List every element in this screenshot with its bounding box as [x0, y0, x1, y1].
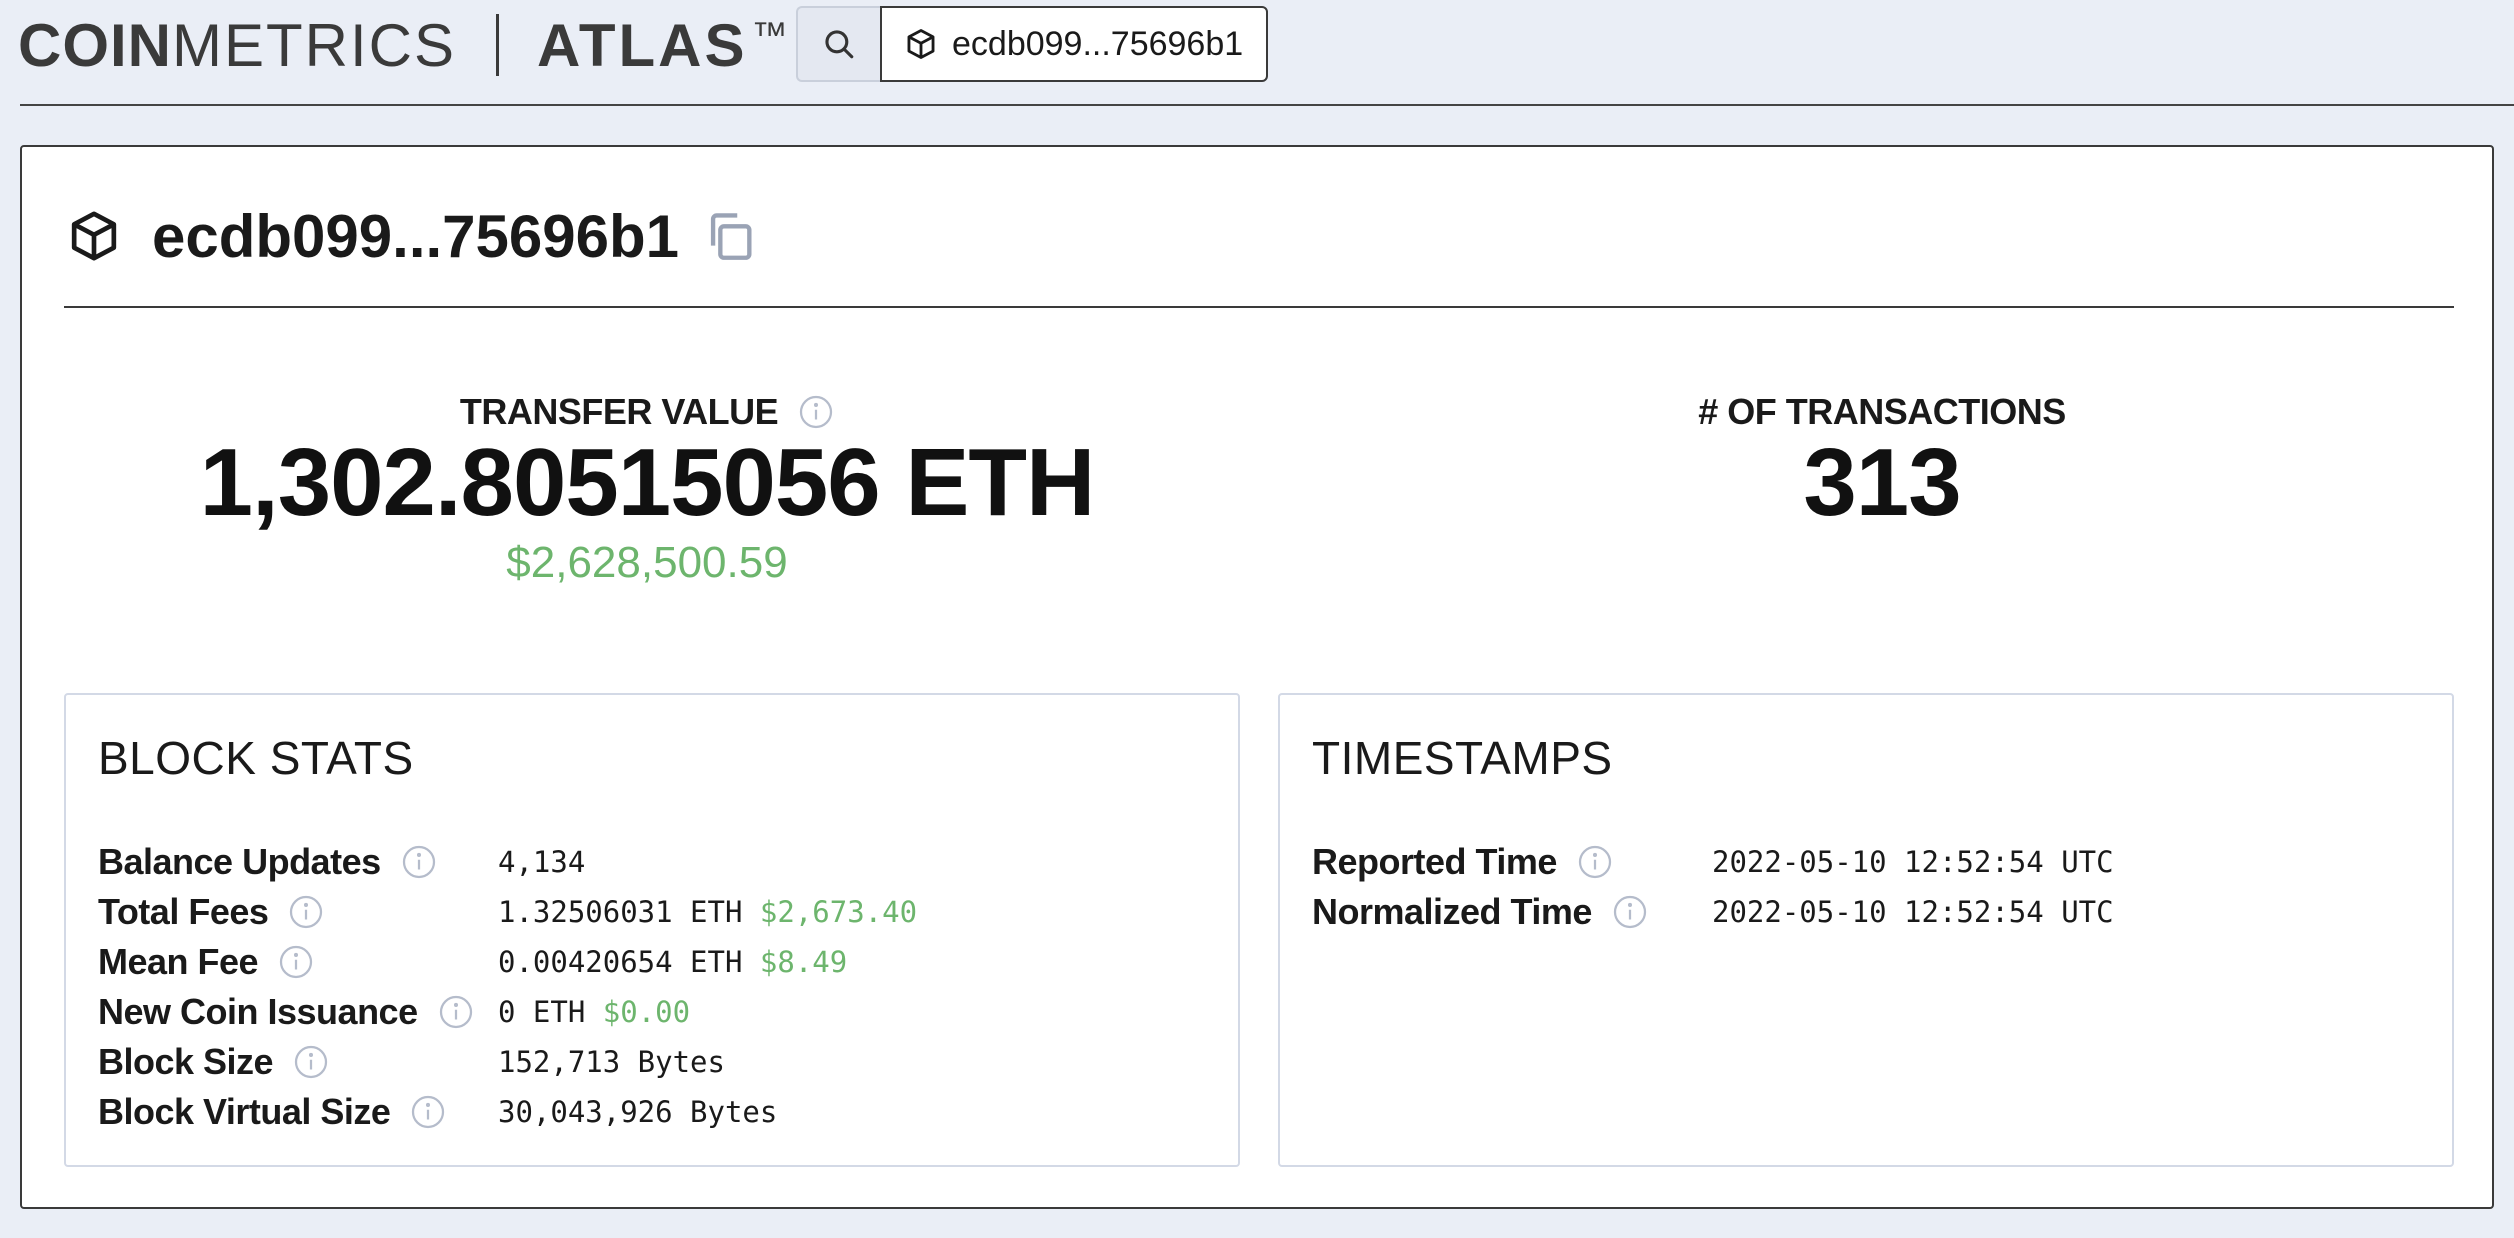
transfer-value-label: TRANSFER VALUE [459, 391, 779, 432]
stat-usd: $8.49 [759, 945, 848, 979]
cube-icon [66, 208, 122, 264]
block-detail-card: ecdb099...75696b1 TRANSFER VALUE 1,302.8… [20, 145, 2494, 1209]
stat-label: Block Virtual Size [98, 1091, 391, 1132]
stat-amount: 4,134 [498, 845, 586, 879]
info-icon[interactable] [1577, 844, 1613, 880]
timestamp-value: 2022-05-10 12:52:54 UTC [1712, 895, 2114, 929]
stat-usd: $2,673.40 [759, 895, 918, 929]
stat-value: 0 ETH $0.00 [498, 995, 690, 1029]
logo-trademark: ™ [751, 14, 789, 55]
stat-row-total-fees: Total Fees 1.32506031 ETH $2,673.40 [98, 887, 1198, 937]
search-input[interactable]: ecdb099...75696b1 [880, 6, 1268, 82]
timestamp-label: Reported Time [1312, 841, 1557, 882]
block-stats-panel: BLOCK STATS Balance Updates 4,134 Total … [64, 693, 1240, 1167]
logo-metrics-text: METRICS [172, 11, 456, 79]
timestamps-title: TIMESTAMPS [1312, 732, 1613, 784]
stat-amount: 0.00420654 ETH [498, 945, 743, 979]
logo-atlas-text: ATLAS [537, 11, 748, 79]
search-group: ecdb099...75696b1 [796, 6, 1268, 82]
transfer-value-amount: 1,302.80515056 ETH [199, 429, 1096, 536]
stat-label: Total Fees [98, 891, 269, 932]
stat-row-block-virtual-size: Block Virtual Size 30,043,926 Bytes [98, 1087, 1198, 1137]
timestamp-row-reported: Reported Time 2022-05-10 12:52:54 UTC [1312, 837, 2412, 887]
search-button[interactable] [796, 6, 880, 82]
coinmetrics-atlas-logo[interactable]: COIN METRICS ATLAS ™ [18, 8, 789, 82]
info-icon[interactable] [288, 894, 324, 930]
info-icon[interactable] [401, 844, 437, 880]
stat-row-balance-updates: Balance Updates 4,134 [98, 837, 1198, 887]
block-hash-title: ecdb099...75696b1 [152, 202, 680, 270]
info-icon[interactable] [1612, 894, 1648, 930]
stat-label-wrap: New Coin Issuance [98, 991, 474, 1033]
stat-row-mean-fee: Mean Fee 0.00420654 ETH $8.49 [98, 937, 1198, 987]
timestamp-row-normalized: Normalized Time 2022-05-10 12:52:54 UTC [1312, 887, 2412, 937]
stat-label: Mean Fee [98, 941, 259, 982]
title-divider [64, 306, 2454, 308]
logo-divider [496, 14, 499, 76]
timestamps-panel: TIMESTAMPS Reported Time 2022-05-10 12:5… [1278, 693, 2454, 1167]
logo-coin-text: COIN [18, 11, 172, 79]
info-icon[interactable] [438, 994, 474, 1030]
stat-label: Block Size [98, 1041, 274, 1082]
transaction-count-metric: # OF TRANSACTIONS 313 [1382, 391, 2382, 534]
stat-value: 1.32506031 ETH $2,673.40 [498, 895, 917, 929]
stat-label-wrap: Balance Updates [98, 841, 437, 883]
stat-row-new-coin-issuance: New Coin Issuance 0 ETH $0.00 [98, 987, 1198, 1037]
info-icon[interactable] [410, 1094, 446, 1130]
search-value: ecdb099...75696b1 [952, 24, 1244, 63]
transfer-value-label-row: TRANSFER VALUE [172, 391, 1122, 433]
header-divider [20, 104, 2514, 106]
transfer-value-usd: $2,628,500.59 [506, 537, 788, 587]
info-icon[interactable] [293, 1044, 329, 1080]
block-stats-list: Balance Updates 4,134 Total Fees 1.32506… [98, 837, 1198, 1137]
top-bar: COIN METRICS ATLAS ™ ecdb099...75696b1 [0, 0, 2514, 106]
stat-label: Balance Updates [98, 841, 381, 882]
stat-label: New Coin Issuance [98, 991, 418, 1032]
copy-icon[interactable] [701, 207, 759, 265]
search-icon [825, 30, 854, 59]
timestamps-list: Reported Time 2022-05-10 12:52:54 UTC No… [1312, 837, 2412, 937]
stat-value: 152,713 Bytes [498, 1045, 725, 1079]
stat-row-block-size: Block Size 152,713 Bytes [98, 1037, 1198, 1087]
transaction-count-value: 313 [1803, 429, 1961, 536]
stat-label-wrap: Total Fees [98, 891, 324, 933]
transfer-value-metric: TRANSFER VALUE 1,302.80515056 ETH $2,628… [172, 391, 1122, 588]
stat-value: 4,134 [498, 845, 585, 879]
stat-amount: 152,713 Bytes [498, 1045, 725, 1079]
stat-value: 30,043,926 Bytes [498, 1095, 777, 1129]
stat-label-wrap: Mean Fee [98, 941, 314, 983]
info-icon[interactable] [278, 944, 314, 980]
timestamp-label: Normalized Time [1312, 891, 1592, 932]
block-title-row: ecdb099...75696b1 [66, 191, 759, 281]
block-stats-title: BLOCK STATS [98, 732, 414, 784]
stat-amount: 30,043,926 Bytes [498, 1095, 778, 1129]
stat-label-wrap: Block Virtual Size [98, 1091, 446, 1133]
timestamp-value: 2022-05-10 12:52:54 UTC [1712, 845, 2114, 879]
stat-usd: $0.00 [602, 995, 691, 1029]
timestamp-label-wrap: Reported Time [1312, 841, 1613, 883]
transaction-count-label: # OF TRANSACTIONS [1698, 391, 2066, 432]
stat-amount: 0 ETH [498, 995, 586, 1029]
stat-label-wrap: Block Size [98, 1041, 329, 1083]
stat-amount: 1.32506031 ETH [498, 895, 743, 929]
timestamp-label-wrap: Normalized Time [1312, 891, 1648, 933]
info-icon[interactable] [798, 394, 834, 430]
stat-value: 0.00420654 ETH $8.49 [498, 945, 847, 979]
cube-icon [904, 27, 938, 61]
